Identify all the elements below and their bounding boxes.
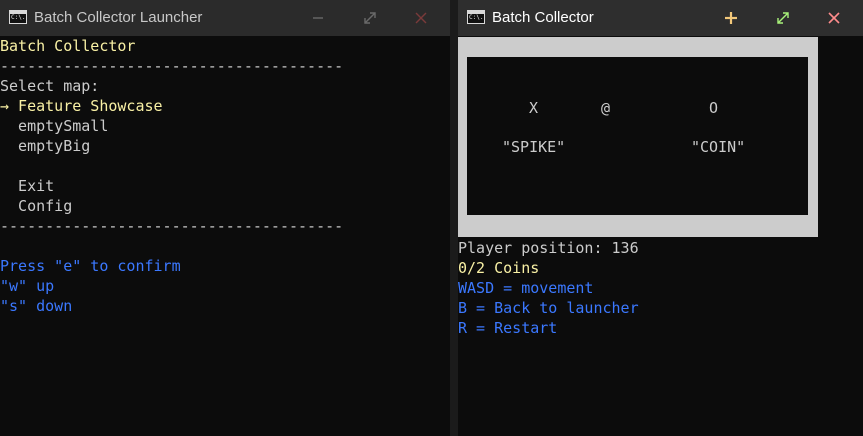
new-tab-button[interactable] bbox=[719, 6, 743, 30]
help-down: "s" down bbox=[0, 297, 73, 315]
menu-item-feature-showcase[interactable]: → Feature Showcase bbox=[0, 96, 163, 116]
game-window: C:\. Batch Collector X @ O "SPIKE" "COIN… bbox=[458, 0, 863, 436]
game-arena: X @ O "SPIKE" "COIN" bbox=[467, 57, 808, 215]
window-gap bbox=[450, 0, 458, 436]
coin-label: "COIN" bbox=[691, 138, 746, 156]
plus-icon bbox=[725, 12, 737, 24]
close-icon bbox=[415, 12, 427, 24]
spike-symbol: X bbox=[529, 99, 539, 117]
minimize-button[interactable] bbox=[306, 6, 330, 30]
player-position: Player position: 136 bbox=[458, 239, 639, 257]
close-button[interactable] bbox=[409, 6, 433, 30]
maximize-button[interactable] bbox=[771, 6, 795, 30]
help-restart: R = Restart bbox=[458, 319, 558, 337]
menu-item-config[interactable]: Config bbox=[0, 196, 72, 216]
coin-counter: 0/2 Coins bbox=[458, 259, 540, 277]
spike-label: "SPIKE" bbox=[502, 138, 566, 156]
menu-item-exit[interactable]: Exit bbox=[0, 176, 54, 196]
separator-line-bottom: -------------------------------------- bbox=[0, 217, 344, 235]
coin-symbol: O bbox=[709, 99, 719, 117]
help-back: B = Back to launcher bbox=[458, 299, 639, 317]
console-app-icon: C:\. bbox=[9, 10, 27, 24]
app-heading: Batch Collector bbox=[0, 37, 136, 55]
window-title: Batch Collector bbox=[492, 9, 594, 26]
maximize-button[interactable] bbox=[358, 6, 382, 30]
player-symbol: @ bbox=[601, 99, 611, 117]
console-app-icon: C:\. bbox=[467, 10, 485, 24]
help-movement: WASD = movement bbox=[458, 279, 594, 297]
select-map-prompt: Select map: bbox=[0, 77, 100, 95]
minimize-icon bbox=[313, 17, 323, 19]
launcher-titlebar[interactable]: C:\. Batch Collector Launcher bbox=[0, 0, 450, 36]
close-button[interactable] bbox=[822, 6, 846, 30]
expand-icon bbox=[364, 12, 376, 24]
game-titlebar[interactable]: C:\. Batch Collector bbox=[458, 0, 863, 36]
launcher-window: C:\. Batch Collector Launcher Batch Coll… bbox=[0, 0, 450, 436]
launcher-console: Batch Collector ------------------------… bbox=[0, 36, 450, 436]
expand-icon bbox=[777, 12, 789, 24]
help-up: "w" up bbox=[0, 277, 55, 295]
separator-line: -------------------------------------- bbox=[0, 57, 344, 75]
menu-item-empty-small[interactable]: emptySmall bbox=[0, 116, 108, 136]
close-icon bbox=[828, 12, 840, 24]
menu-item-empty-big[interactable]: emptyBig bbox=[0, 136, 90, 156]
game-arena-border: X @ O "SPIKE" "COIN" bbox=[458, 37, 818, 237]
window-title: Batch Collector Launcher bbox=[34, 9, 203, 26]
help-confirm: Press "e" to confirm bbox=[0, 257, 181, 275]
